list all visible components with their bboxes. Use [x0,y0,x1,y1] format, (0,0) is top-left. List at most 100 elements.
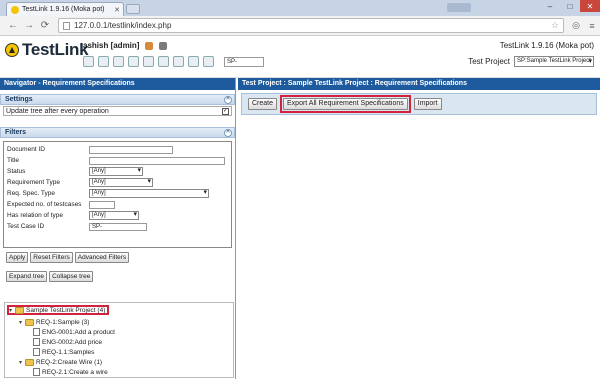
update-tree-setting: Update tree after every operation ✓ [3,106,232,116]
testlink-favicon-icon [11,5,19,14]
maximize-icon[interactable]: □ [560,0,580,12]
new-tab-button[interactable] [126,4,140,14]
filter-label: Has relation of type [7,212,64,219]
filter-label: Document ID [7,146,45,153]
user-label: ashish [admin] [83,41,140,50]
requirement-type-select[interactable]: [Any] [89,178,153,187]
tree-node-eng0002[interactable]: ENG-0002:Add price [33,337,102,347]
document-icon [33,338,40,346]
logout-icon[interactable] [159,41,168,50]
test-project-select[interactable]: SP:Sample TestLink Project [514,56,594,67]
requirements-tree: ▾ Sample TestLink Project (4) ▾ REQ-1:Sa… [4,302,234,378]
desktop-icon[interactable] [83,56,94,67]
document-id-input[interactable] [89,145,173,154]
browser-profile-badge[interactable] [447,3,471,12]
tree-icon[interactable] [113,56,124,67]
settings-icon[interactable] [203,56,214,67]
settings-heading: Settings [5,96,33,103]
expected-testcases-input[interactable] [89,200,115,209]
filter-label: Expected no. of testcases [7,201,82,208]
reset-filters-button[interactable]: Reset Filters [30,252,73,263]
extension-icon[interactable]: ◎ [568,19,584,33]
filters-header[interactable]: Filters ^ [0,127,235,138]
collapse-icon[interactable]: ^ [224,96,232,104]
tree-node-project[interactable]: ▾ Sample TestLink Project (4) [7,305,110,315]
report-icon[interactable] [158,56,169,67]
execute-icon[interactable] [143,56,154,67]
window-controls: – □ ✕ [540,0,600,12]
export-all-button[interactable]: Export All Requirement Specifications [283,98,408,110]
tree-node-label: REQ-2:Create Wire (1) [36,358,103,366]
tree-node-eng0001[interactable]: ENG-0001:Add a product [33,327,115,337]
expand-icon[interactable]: ▾ [19,359,24,366]
filter-row-status: Status [Any] [4,166,231,177]
test-project-label: Test Project [468,57,510,66]
update-tree-checkbox[interactable]: ✓ [222,107,229,115]
url-text: 127.0.0.1/testlink/index.php [74,21,172,30]
tree-node-label: REQ-2.1:Create a wire [42,368,108,376]
tree-node-req1[interactable]: ▾ REQ-1:Sample (3) [19,317,89,327]
import-button[interactable]: Import [413,98,442,110]
folder-icon [25,358,34,366]
window-close-icon[interactable]: ✕ [580,0,600,12]
title-input[interactable] [89,156,225,165]
specification-icon[interactable] [128,56,139,67]
url-input[interactable]: 127.0.0.1/testlink/index.php ☆ [58,18,564,33]
filter-buttons: Apply Reset Filters Advanced Filters [0,252,235,263]
events-icon[interactable] [188,56,199,67]
document-icon [33,368,40,376]
expand-icon[interactable]: ▾ [19,319,24,326]
status-select[interactable]: [Any] [89,167,143,176]
bookmark-star-icon[interactable]: ☆ [551,20,559,31]
advanced-filters-button[interactable]: Advanced Filters [74,252,130,263]
filter-label: Test Case ID [7,223,45,230]
requirements-icon[interactable] [98,56,109,67]
test-project-selector: Test Project SP:Sample TestLink Project [468,56,594,67]
req-spec-type-select[interactable]: [Any] [89,189,209,198]
testlink-logo[interactable]: TestLink [5,40,89,60]
filter-row-has-relation: Has relation of type [Any] [4,210,231,221]
logo-text: TestLink [22,40,89,59]
tree-node-req21[interactable]: REQ-2.1:Create a wire [33,367,108,377]
tree-node-req2[interactable]: ▾ REQ-2:Create Wire (1) [19,357,102,367]
expand-icon[interactable]: ▾ [9,307,14,314]
expand-tree-button[interactable]: Expand tree [6,271,48,282]
testlink-logo-icon [5,43,19,57]
filter-row-test-case-id: Test Case ID SP- [4,221,231,232]
filter-label: Status [7,168,26,175]
minimize-icon[interactable]: – [540,0,560,12]
reload-icon[interactable]: ⟳ [38,19,52,33]
address-bar: ← → ⟳ 127.0.0.1/testlink/index.php ☆ ◎ ≡ [0,16,600,36]
user-info: ashish [admin] [83,41,168,50]
tree-node-req11[interactable]: REQ-1.1:Samples [33,347,94,357]
update-tree-label: Update tree after every operation [6,107,109,115]
forward-arrow-icon[interactable]: → [22,19,36,33]
filter-row-title: Title [4,155,231,166]
apply-button[interactable]: Apply [6,252,29,263]
testcase-search-input[interactable]: SP- [224,56,264,67]
settings-header[interactable]: Settings ^ [0,94,235,105]
test-case-id-input[interactable]: SP- [89,222,147,231]
tab-close-icon[interactable]: ✕ [114,6,120,14]
main-title: Test Project : Sample TestLink Project :… [238,78,600,90]
create-button[interactable]: Create [248,98,278,110]
export-highlight: Export All Requirement Specifications [280,95,411,113]
version-label: TestLink 1.9.16 (Moka pot) [499,41,594,50]
toolbar-icons: SP- [83,56,264,67]
main-panel: Test Project : Sample TestLink Project :… [238,78,600,379]
folder-icon [25,318,34,326]
filter-label: Title [7,157,20,164]
menu-icon[interactable]: ≡ [584,19,600,33]
filter-row-req-spec-type: Req. Spec. Type [Any] [4,188,231,199]
browser-tab-bar: TestLink 1.9.16 (Moka pot) ✕ – □ ✕ [0,0,600,16]
collapse-tree-button[interactable]: Collapse tree [49,271,94,282]
folder-icon [15,306,24,314]
browser-tab[interactable]: TestLink 1.9.16 (Moka pot) ✕ [6,2,124,16]
back-arrow-icon[interactable]: ← [6,19,20,33]
user-profile-icon[interactable] [145,41,154,50]
filter-row-document-id: Document ID [4,144,231,155]
relation-type-select[interactable]: [Any] [89,211,139,220]
req-spec-actions: Create Export All Requirement Specificat… [241,93,597,115]
collapse-icon[interactable]: ^ [224,129,232,137]
user-management-icon[interactable] [173,56,184,67]
